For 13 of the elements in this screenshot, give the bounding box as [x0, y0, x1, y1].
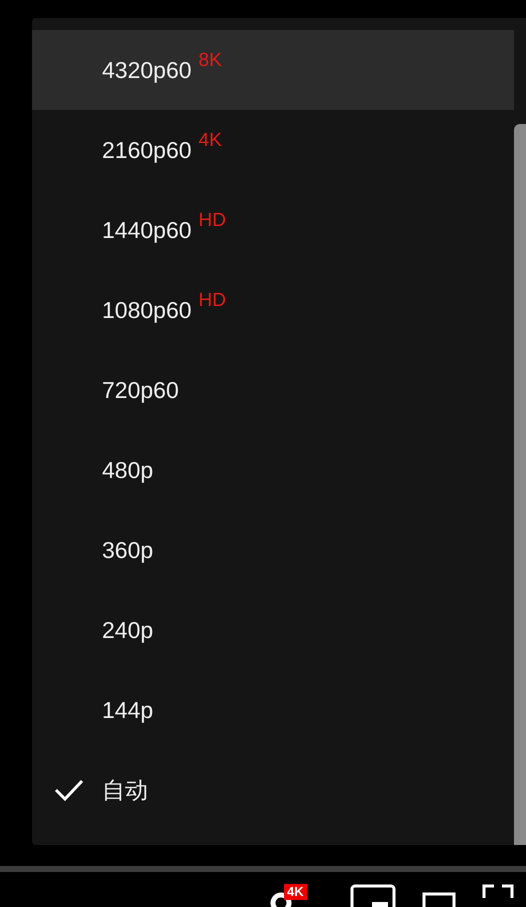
- quality-option[interactable]: 360p: [32, 510, 514, 590]
- quality-option[interactable]: 144p: [32, 670, 514, 750]
- quality-option[interactable]: 4320p60 8K: [32, 30, 514, 110]
- miniplayer-icon[interactable]: [350, 884, 396, 907]
- quality-option[interactable]: 1440p60 HD: [32, 190, 514, 270]
- quality-option[interactable]: 2160p60 4K: [32, 110, 514, 190]
- quality-option[interactable]: 720p60: [32, 350, 514, 430]
- scrollbar-thumb[interactable]: [514, 124, 526, 845]
- quality-option[interactable]: 240p: [32, 590, 514, 670]
- quality-option[interactable]: 480p: [32, 430, 514, 510]
- quality-badge: 4K: [284, 884, 307, 900]
- quality-option[interactable]: 1080p60 HD: [32, 270, 514, 350]
- quality-option[interactable]: 自动: [32, 750, 514, 830]
